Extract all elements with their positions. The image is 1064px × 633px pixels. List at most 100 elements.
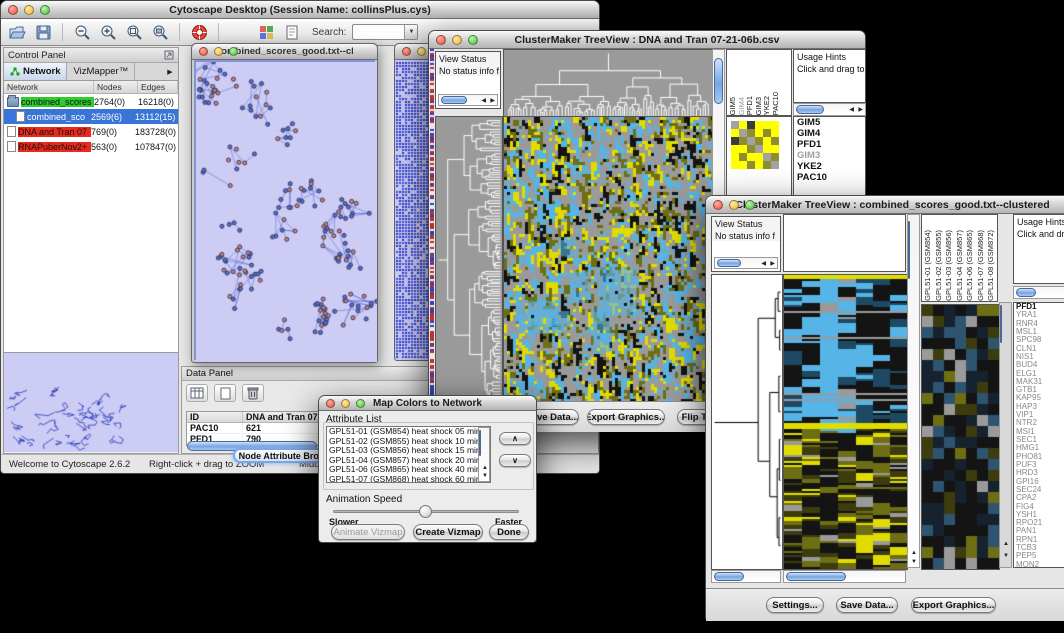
scroll-right-icon[interactable]: ▶ xyxy=(770,261,775,267)
gene-label[interactable]: GIM5 xyxy=(794,117,865,128)
network-row[interactable]: DNA and Tran 07769(0)183728(0) xyxy=(4,124,178,139)
column-label[interactable]: GPL51-01 (GSM854) xyxy=(923,230,934,301)
scroll-up-icon[interactable]: ▲ xyxy=(911,550,917,556)
zoom-button[interactable] xyxy=(229,47,238,56)
column-label[interactable]: PAC10 xyxy=(771,92,780,115)
view-status-scrollbar[interactable]: ◀ ▶ xyxy=(438,94,498,106)
network-row[interactable]: combined_scores2764(0)16218(0) xyxy=(4,94,178,109)
column-label[interactable]: GPL51-06 (GSM865) xyxy=(965,230,976,301)
gene-label[interactable]: YKE2 xyxy=(794,161,865,172)
animation-speed-slider[interactable] xyxy=(333,510,519,513)
attribute-item[interactable]: GPL51-07 (GSM868) heat shock 60 min xyxy=(329,475,490,483)
scroll-right-icon[interactable]: ▶ xyxy=(858,107,863,113)
move-down-button[interactable]: ∨ xyxy=(499,454,531,467)
minimize-button[interactable] xyxy=(341,399,350,408)
usage-hints-scrollbar[interactable] xyxy=(1013,286,1064,299)
scroll-up-icon[interactable]: ▲ xyxy=(482,465,488,471)
minimize-button[interactable] xyxy=(452,35,462,45)
network-view-titlebar[interactable]: combined_scores_good.txt--cluste... xyxy=(192,44,377,60)
dendrogram-hscrollbar[interactable] xyxy=(711,570,781,583)
animate-vizmap-button[interactable]: Animate Vizmap xyxy=(331,524,405,540)
scroll-down-icon[interactable]: ▼ xyxy=(1003,553,1009,559)
new-attribute-icon[interactable] xyxy=(214,384,236,402)
minimize-button[interactable] xyxy=(24,5,34,15)
network-row[interactable]: combined_sco2569(6)13112(15) xyxy=(4,109,178,124)
close-button[interactable] xyxy=(402,47,411,56)
network-canvas-2[interactable] xyxy=(395,60,428,360)
tab-overflow-icon[interactable]: ▶ xyxy=(162,63,178,80)
zoom-button[interactable] xyxy=(356,399,365,408)
usage-hints-scrollbar[interactable]: ◀ ▶ xyxy=(793,103,866,116)
column-label[interactable]: GIM4 xyxy=(737,97,746,115)
close-button[interactable] xyxy=(199,47,208,56)
tab-network[interactable]: Network xyxy=(4,63,67,80)
create-vizmap-button[interactable]: Create Vizmap xyxy=(413,524,483,540)
birdseye-view[interactable] xyxy=(4,353,178,452)
column-label[interactable]: GPL51-02 (GSM855) xyxy=(934,230,945,301)
done-button[interactable]: Done xyxy=(489,524,529,540)
scroll-left-icon[interactable]: ◀ xyxy=(481,98,486,104)
search-dropdown-icon[interactable]: ▼ xyxy=(404,25,417,39)
close-button[interactable] xyxy=(436,35,446,45)
column-label[interactable]: GIM5 xyxy=(728,97,737,115)
column-dendrogram[interactable] xyxy=(503,49,713,118)
zoom-button[interactable] xyxy=(745,200,755,210)
dialog-titlebar[interactable]: Map Colors to Network xyxy=(319,396,536,411)
tab-vizmapper[interactable]: VizMapper™ xyxy=(67,63,135,80)
close-button[interactable] xyxy=(713,200,723,210)
export-graphics-button[interactable]: Export Graphics... xyxy=(911,597,996,613)
view-status-scrollbar[interactable]: ◀ ▶ xyxy=(714,257,778,269)
column-label[interactable]: GPL51-07 (GSM868) xyxy=(976,230,987,301)
slider-thumb[interactable] xyxy=(419,505,432,518)
zoom-button[interactable] xyxy=(468,35,478,45)
zoom-fit-icon[interactable] xyxy=(150,22,170,42)
zoom-button[interactable] xyxy=(40,5,50,15)
export-graphics-button[interactable]: Export Graphics... xyxy=(587,409,665,425)
minimize-button[interactable] xyxy=(417,47,426,56)
save-data-button[interactable]: Save Data... xyxy=(836,597,898,613)
column-label[interactable]: GIM3 xyxy=(754,97,763,115)
column-label[interactable]: GPL51-08 (GSM872) xyxy=(986,230,997,301)
attribute-list[interactable]: GPL51-01 (GSM854) heat shock 05 minGPL51… xyxy=(326,426,491,483)
select-attributes-icon[interactable] xyxy=(186,384,208,402)
close-button[interactable] xyxy=(8,5,18,15)
gene-label[interactable]: PFD1 xyxy=(794,139,865,150)
zoom-selected-icon[interactable] xyxy=(124,22,144,42)
minimize-button[interactable] xyxy=(214,47,223,56)
zoom-heatmap[interactable] xyxy=(921,304,1000,570)
row-dendrogram[interactable] xyxy=(435,116,503,403)
network-row[interactable]: RNAPuberNov2+563(0)107847(0) xyxy=(4,139,178,154)
heatmap[interactable] xyxy=(783,274,908,570)
scroll-right-icon[interactable]: ▶ xyxy=(490,98,495,104)
column-label[interactable]: GPL51-03 (GSM856) xyxy=(944,230,955,301)
gene-label[interactable]: GIM3 xyxy=(794,150,865,161)
scroll-down-icon[interactable]: ▼ xyxy=(482,473,488,479)
column-label[interactable]: GPL51-04 (GSM857) xyxy=(955,230,966,301)
plugins-icon[interactable] xyxy=(256,22,276,42)
treeview1-titlebar[interactable]: ClusterMaker TreeView : DNA and Tran 07-… xyxy=(429,31,865,49)
attribute-list-scrollbar[interactable]: ▲ ▼ xyxy=(478,427,490,482)
minimize-button[interactable] xyxy=(729,200,739,210)
search-input[interactable]: ▼ xyxy=(352,24,418,40)
column-dendrogram[interactable] xyxy=(783,214,906,272)
gene-label[interactable]: PAC10 xyxy=(794,172,865,183)
network-canvas[interactable] xyxy=(194,60,375,360)
open-file-icon[interactable] xyxy=(7,22,27,42)
row-dendrogram[interactable] xyxy=(711,274,783,570)
zoom-out-icon[interactable] xyxy=(72,22,92,42)
scroll-up-icon[interactable]: ▲ xyxy=(1003,541,1009,547)
gene-list-scrollbar[interactable]: ▲ ▼ xyxy=(999,302,1012,568)
heatmap[interactable] xyxy=(503,116,713,403)
gene-label[interactable]: GIM4 xyxy=(794,128,865,139)
scroll-left-icon[interactable]: ◀ xyxy=(761,261,766,267)
similarity-matrix[interactable] xyxy=(731,121,779,169)
heatmap-vertical-scrollbar[interactable]: ▲ ▼ xyxy=(907,214,920,568)
column-label[interactable]: PFD1 xyxy=(745,96,754,115)
main-titlebar[interactable]: Cytoscape Desktop (Session Name: collins… xyxy=(1,1,599,19)
scroll-down-icon[interactable]: ▼ xyxy=(911,559,917,565)
help-ring-icon[interactable] xyxy=(189,22,209,42)
close-button[interactable] xyxy=(326,399,335,408)
network-view-2-titlebar[interactable] xyxy=(395,44,428,60)
heatmap-hscrollbar[interactable] xyxy=(783,570,906,583)
scroll-left-icon[interactable]: ◀ xyxy=(849,107,854,113)
